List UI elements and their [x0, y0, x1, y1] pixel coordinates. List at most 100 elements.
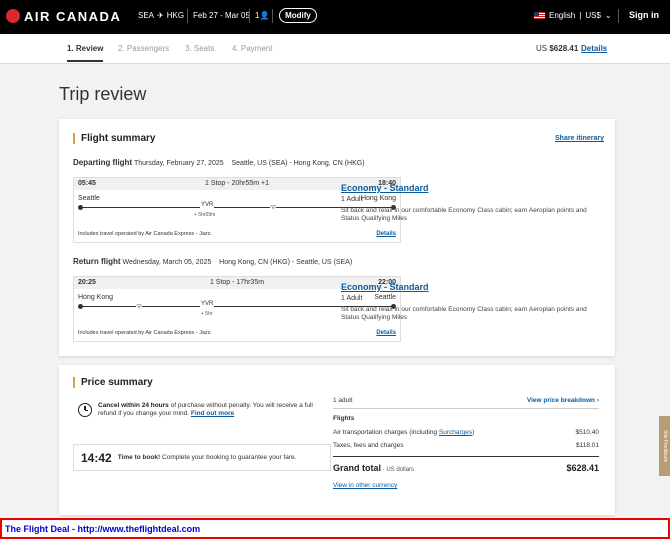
view-other-currency-link[interactable]: View in other currency — [333, 482, 397, 489]
divider — [249, 9, 250, 23]
flight-summary-card: Flight summary Share itinerary Departing… — [59, 119, 615, 356]
maple-leaf-icon — [6, 9, 20, 23]
fare-name-link[interactable]: Economy - Standard — [341, 183, 591, 193]
divider — [272, 9, 273, 23]
return-fare: Economy - Standard 1 Adult Sit back and … — [341, 282, 591, 322]
separator: | — [579, 11, 582, 20]
find-out-more-link[interactable]: Find out more — [191, 410, 234, 417]
fare-passengers: 1 Adult — [341, 295, 363, 302]
clock-icon — [78, 403, 92, 417]
divider — [618, 9, 619, 23]
cancel-bold: Cancel within 24 hours — [98, 402, 169, 409]
return-route: Hong Kong, CN (HKG) - Seattle, US (SEA) — [219, 259, 353, 266]
flight-details-link[interactable]: Details — [376, 231, 396, 237]
wifi-icon: ᯤ — [136, 302, 143, 311]
header-total: US $628.41 — [536, 44, 578, 53]
booking-timer: 14:42 Time to book! Complete your bookin… — [73, 444, 331, 471]
total-details-link[interactable]: Details — [581, 44, 607, 53]
fare-passengers: 1 Adult — [341, 196, 363, 203]
cancellation-notice: Cancel within 24 hours of purchase witho… — [78, 402, 328, 418]
grand-total-label: Grand total — [333, 463, 382, 473]
price-summary-title: Price summary — [73, 377, 153, 388]
flight-deal-banner[interactable]: The Flight Deal - http://www.theflightde… — [0, 518, 670, 539]
air-charges-label: Air transportation charges (including — [333, 429, 439, 436]
operated-by-note: Includes travel operated by Air Canada E… — [78, 330, 212, 336]
price-summary-card: Price summary Cancel within 24 hours of … — [59, 365, 615, 515]
taxes-label: Taxes, fees and charges — [333, 442, 404, 449]
origin-city: Seattle — [78, 195, 100, 202]
origin-code: SEA — [138, 11, 155, 20]
language-selector[interactable]: English | US$ ⌄ — [534, 11, 612, 20]
grand-total-value: $628.41 — [566, 463, 599, 473]
origin-city: Hong Kong — [78, 294, 114, 301]
page-title: Trip review — [59, 84, 147, 104]
us-flag-icon — [534, 12, 545, 19]
air-charges-value: $510.40 — [575, 429, 600, 436]
modify-button[interactable]: Modify — [279, 8, 317, 23]
origin-dot — [78, 304, 83, 309]
stop-airport-code: YVR — [200, 301, 215, 307]
fare-name-link[interactable]: Economy - Standard — [341, 282, 591, 292]
flight-summary-title: Flight summary — [73, 133, 155, 144]
chevron-right-icon: › — [596, 397, 599, 404]
plane-icon: ✈ — [157, 11, 164, 20]
site-feedback-tab[interactable]: Site Feedback — [659, 416, 670, 476]
timer-text: Time to book! Complete your booking to g… — [118, 454, 297, 461]
wifi-icon: ᯤ — [270, 203, 277, 212]
step-payment: 4. Payment — [232, 44, 273, 53]
flights-label: Flights — [333, 415, 355, 422]
share-itinerary-link[interactable]: Share itinerary — [555, 135, 604, 142]
departing-route: Seattle, US (SEA) - Hong Kong, CN (HKG) — [231, 160, 365, 167]
layover-duration: + 5hr — [201, 311, 213, 317]
air-transportation-row: Air transportation charges (including Su… — [333, 429, 599, 436]
departing-label: Departing flight — [73, 158, 133, 167]
divider — [333, 456, 599, 457]
operated-by-note: Includes travel operated by Air Canada E… — [78, 231, 212, 237]
top-navigation-bar: AIR CANADA SEA ✈ HKG Feb 27 - Mar 05 1👤 … — [0, 0, 670, 34]
cancellation-text: Cancel within 24 hours of purchase witho… — [98, 402, 328, 418]
return-label: Return flight — [73, 257, 121, 266]
layover-duration: + 5hr09m — [194, 212, 216, 218]
timer-body: Complete your booking to guarantee your … — [160, 454, 297, 461]
adult-count: 1 adult — [333, 397, 353, 404]
fare-description: Sit back and relax in our comfortable Ec… — [341, 207, 587, 222]
trip-route: SEA ✈ HKG — [138, 11, 184, 20]
divider — [187, 9, 188, 23]
taxes-value: $118.01 — [575, 442, 599, 449]
passenger-count: 1👤 — [255, 11, 269, 20]
destination-code: HKG — [166, 11, 185, 20]
price-header-row: 1 adult View price breakdown › — [333, 397, 599, 404]
person-icon: 👤 — [259, 11, 270, 20]
booking-steps: 1. Review 2. Passengers 3. Seats 4. Paym… — [0, 34, 670, 64]
step-review: 1. Review — [67, 44, 104, 62]
currency-label: US$ — [585, 11, 601, 20]
departing-date: Thursday, February 27, 2025 — [133, 160, 224, 167]
air-canada-logo[interactable]: AIR CANADA — [6, 8, 121, 24]
step-seats: 3. Seats — [185, 44, 215, 53]
chevron-down-icon: ⌄ — [604, 11, 612, 20]
step-passengers: 2. Passengers — [118, 44, 170, 53]
return-flight-header: Return flight Wednesday, March 05, 2025 … — [73, 257, 352, 266]
fare-description: Sit back and relax in our comfortable Ec… — [341, 306, 587, 321]
grand-total-currency: - US dollars — [381, 467, 415, 473]
grand-total-row: Grand total - US dollars $628.41 — [333, 463, 599, 473]
view-price-breakdown-link[interactable]: View price breakdown › — [527, 397, 599, 404]
taxes-row: Taxes, fees and charges $118.01 — [333, 442, 599, 449]
currency-prefix: US — [536, 44, 548, 53]
departing-flight-header: Departing flight Thursday, February 27, … — [73, 158, 365, 167]
view-breakdown-label: View price breakdown — [526, 397, 596, 404]
trip-dates: Feb 27 - Mar 05 — [193, 11, 250, 20]
origin-dot — [78, 205, 83, 210]
air-charges-close: ) — [472, 429, 475, 436]
flight-details-link[interactable]: Details — [376, 330, 396, 336]
departing-fare: Economy - Standard 1 Adult Sit back and … — [341, 183, 591, 223]
return-date: Wednesday, March 05, 2025 — [122, 259, 212, 266]
timer-bold: Time to book! — [117, 454, 161, 461]
timer-countdown: 14:42 — [81, 450, 112, 465]
brand-name: AIR CANADA — [24, 8, 122, 24]
language-label: English — [549, 11, 576, 20]
stop-airport-code: YVR — [200, 202, 215, 208]
surcharges-link[interactable]: Surcharges — [439, 429, 472, 436]
sign-in-button[interactable]: Sign in — [629, 10, 659, 20]
divider — [333, 408, 599, 409]
